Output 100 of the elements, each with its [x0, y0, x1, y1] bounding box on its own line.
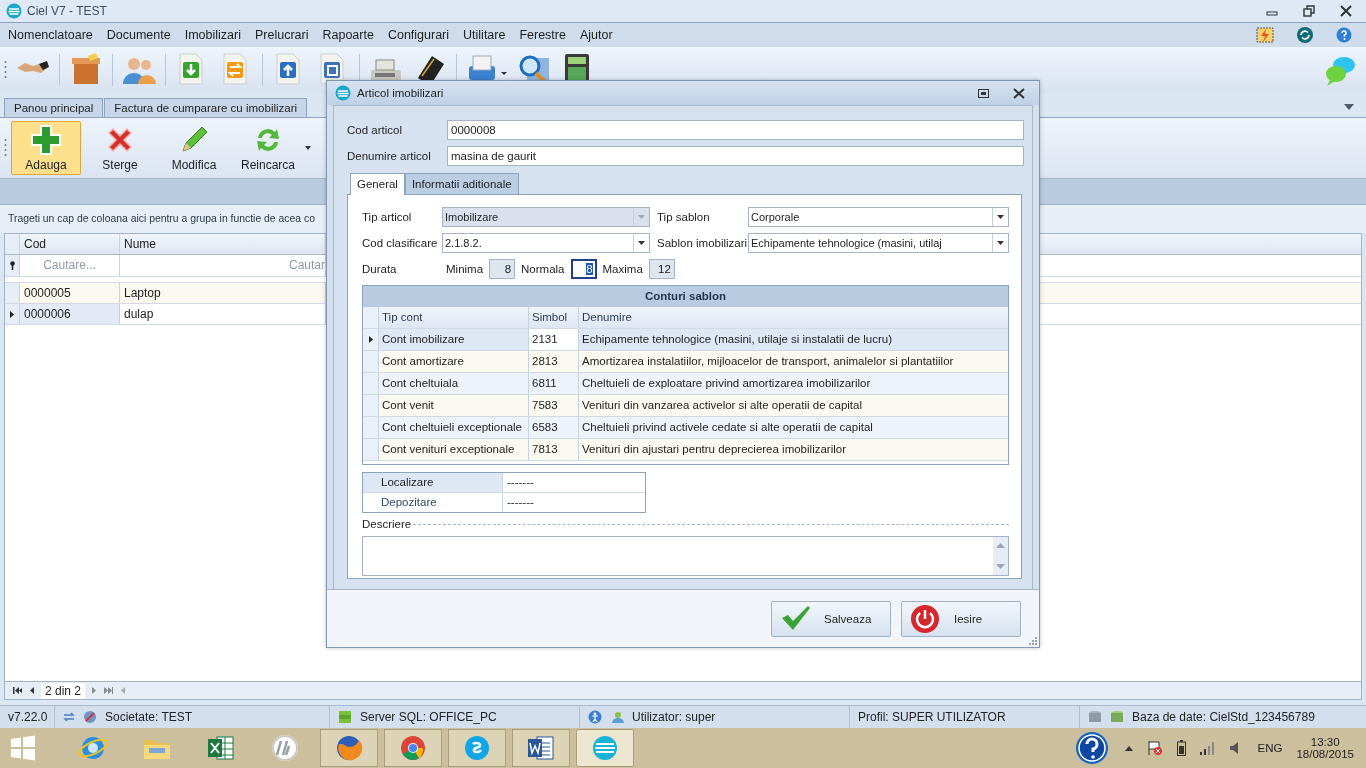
column-header[interactable]: Tip cont [379, 307, 529, 329]
menu-item[interactable]: Rapoarte [322, 28, 374, 42]
property-label[interactable]: Depozitare [363, 493, 503, 513]
row-indicator [363, 351, 379, 373]
reload-button[interactable]: Reincarca [233, 121, 303, 175]
description-field[interactable] [362, 536, 1009, 577]
table-cell: 7583 [529, 395, 579, 417]
help-icon[interactable] [1336, 27, 1352, 43]
save-button[interactable]: Salveaza [771, 600, 891, 637]
menu-item[interactable]: Imobilizari [184, 28, 241, 42]
table-row[interactable]: Cont venituri exceptionale 7813 Venituri din ajustari pentru deprecierea imobilizarilor [363, 439, 1008, 462]
property-label[interactable]: Localizare [363, 473, 503, 493]
dropdown-icon [638, 215, 645, 220]
battery-icon[interactable] [1176, 740, 1186, 756]
taskbar-app-button[interactable] [320, 729, 378, 767]
table-cell-text: Venituri din vanzarea activelor si alte operatii de capital [581, 398, 863, 414]
table-cell: dulap [120, 304, 326, 324]
signal-icon[interactable] [1199, 741, 1216, 755]
exit-button[interactable]: Iesire [901, 600, 1021, 637]
server-label: Server SQL: OFFICE_PC [360, 710, 497, 724]
table-cell: 2813 [529, 351, 579, 373]
previous-page-icon[interactable] [29, 687, 34, 694]
filter-icon [8, 261, 16, 270]
taskbar-app-button[interactable] [384, 729, 442, 767]
menu-item[interactable]: Configurari [387, 28, 450, 42]
menu-item[interactable]: Nomenclatoare [8, 28, 93, 42]
field-label: Cod clasificare [362, 237, 439, 250]
resize-grip-icon[interactable] [1029, 637, 1037, 645]
next-page-icon[interactable] [92, 687, 98, 694]
tab[interactable]: General [350, 173, 405, 196]
taskbar-app-button[interactable] [512, 729, 570, 767]
number-field[interactable]: 8 [570, 259, 597, 280]
property-value[interactable]: ------- [503, 493, 645, 513]
table-row[interactable]: Cont venit 7583 Venituri din vanzarea activelor si alte operatii de capital [363, 395, 1008, 418]
text-field[interactable]: masina de gaurit [447, 146, 1024, 167]
close-icon[interactable] [1013, 87, 1025, 99]
flag-alert-icon[interactable] [1146, 740, 1163, 756]
close-icon[interactable] [1340, 5, 1352, 17]
profile-label: Profil: SUPER UTILIZATOR [858, 710, 1006, 724]
column-header[interactable]: Denumire [579, 307, 1008, 329]
table-cell-text: Venituri din ajustari pentru deprecierea imobilizarilor [581, 442, 847, 458]
menu-item[interactable]: Ajutor [579, 28, 613, 42]
grip-icon [4, 137, 7, 159]
document-tab[interactable]: Panou principal [4, 98, 104, 117]
tab[interactable]: Informatii aditionale [404, 173, 519, 195]
dropdown-field[interactable]: Echipamente tehnologice (masini, utilaj [748, 233, 1009, 254]
menu-item[interactable]: Documente [106, 28, 171, 42]
field-label: Maxima [602, 263, 643, 276]
table-cell-text: Cheltuieli de exploatare privind amortizarea imobilizarilor [581, 376, 872, 392]
scrollbar[interactable] [993, 537, 1008, 576]
tray-arrow-icon[interactable] [1124, 745, 1133, 751]
table-cell: Cont venit [379, 395, 529, 417]
flash-icon[interactable] [1256, 27, 1274, 43]
table-cell: 2131 [529, 329, 579, 351]
delete-button[interactable]: Sterge [85, 121, 155, 175]
current-row-icon [368, 336, 373, 344]
field-label: Tip articol [362, 211, 413, 224]
edit-button[interactable]: Modifica [159, 121, 229, 175]
dialog-title: Articol imobilizari [357, 87, 444, 100]
menu-item[interactable]: Ferestre [519, 28, 566, 42]
field-label: Denumire articol [347, 150, 432, 163]
table-cell: Cont cheltuieli exceptionale [379, 417, 529, 439]
dropdown-field[interactable]: Corporale [748, 207, 1009, 228]
dropdown-icon[interactable] [1344, 104, 1354, 110]
speaker-icon[interactable] [1229, 741, 1240, 755]
table-cell: 6811 [529, 373, 579, 395]
add-button[interactable]: Adauga [11, 121, 81, 175]
language-indicator[interactable]: ENG [1257, 742, 1283, 754]
field-label: Descriere [362, 518, 412, 531]
first-page-icon[interactable] [13, 687, 22, 694]
help-icon[interactable] [1074, 731, 1109, 765]
clock-date[interactable]: 18/08/2015 [1296, 748, 1354, 760]
table-cell-text: Echipamente tehnologice (masini, utilaje si instalatii de lucru) [581, 332, 894, 348]
dropdown-field[interactable]: 2.1.8.2. [442, 233, 650, 254]
table-row[interactable]: Cont cheltuiala 6811 Cheltuieli de exploatare privind amortizarea imobilizarilor [363, 373, 1008, 396]
table-row[interactable]: Cont imobilizare 2131 Echipamente tehnologice (masini, utilaje si instalatii de lucru) [363, 329, 1008, 352]
database-icon [1088, 710, 1102, 724]
table-row[interactable]: Cont amortizare 2813 Amortizarea instalatiilor, mijloacelor de transport, animalelor si plantatiilor [363, 351, 1008, 374]
company-label: Societate: TEST [105, 710, 193, 724]
menu-item[interactable]: Prelucrari [254, 28, 309, 42]
text-field[interactable]: 0000008 [447, 120, 1024, 141]
refresh-circle-icon[interactable] [1296, 26, 1314, 44]
start-icon[interactable] [10, 735, 36, 761]
menu-item[interactable]: Utilitare [463, 28, 506, 42]
maximize-icon[interactable] [978, 88, 989, 98]
table-cell-text: Amortizarea instalatiilor, mijloacelor de transport, animalelor si plantatiilor [581, 354, 955, 370]
row-indicator [363, 395, 379, 417]
app-logo-icon [6, 3, 22, 19]
dropdown-icon [997, 215, 1004, 220]
property-value[interactable]: ------- [503, 473, 645, 493]
column-header[interactable]: Cod [20, 234, 120, 254]
last-page-icon[interactable] [104, 687, 114, 694]
column-header[interactable]: Simbol [529, 307, 579, 329]
dropdown-icon[interactable] [305, 146, 311, 150]
table-row[interactable]: Cont cheltuieli exceptionale 6583 Cheltuieli privind activele cedate si alte operatii de capital [363, 417, 1008, 440]
restore-icon[interactable] [1303, 5, 1315, 17]
clock-time[interactable]: 13:30 [1310, 736, 1340, 748]
document-tab[interactable]: Factura de cumparare cu imobilizari [104, 98, 308, 117]
dropdown-icon [638, 241, 645, 246]
field-label: Durata [362, 263, 398, 276]
